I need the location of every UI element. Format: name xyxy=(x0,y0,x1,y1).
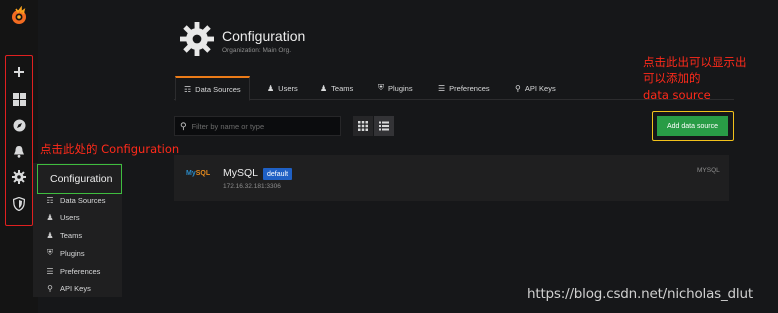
sliders-icon: ☰ xyxy=(438,83,446,93)
list-view-button[interactable] xyxy=(374,116,394,136)
tab-teams[interactable]: ♟ Teams xyxy=(320,76,353,100)
add-data-source-button[interactable]: Add data source xyxy=(657,116,728,136)
search-icon: ⚲ xyxy=(180,120,187,131)
user-icon: ♟ xyxy=(267,83,275,93)
submenu-item-api-keys[interactable]: ⚲ API Keys xyxy=(45,281,91,295)
list-icon xyxy=(379,121,389,131)
grid-view-button[interactable] xyxy=(353,116,373,136)
page-title: Configuration xyxy=(222,28,306,44)
datasource-name[interactable]: MySQL xyxy=(223,167,258,179)
submenu-item-users[interactable]: ♟ Users xyxy=(45,210,79,224)
search-input[interactable]: ⚲ Filter by name or type xyxy=(174,116,341,136)
submenu-item-teams[interactable]: ♟ Teams xyxy=(45,228,82,242)
datasource-url: 172.16.32.181:3306 xyxy=(223,183,281,190)
grid-icon xyxy=(358,121,368,131)
page-subtitle: Organization: Main Org. xyxy=(222,47,292,54)
tab-data-sources[interactable]: ☶ Data Sources xyxy=(175,76,250,101)
key-icon: ⚲ xyxy=(515,83,521,93)
datasource-type: MYSQL xyxy=(697,167,720,174)
submenu-header[interactable]: Configuration xyxy=(37,164,122,194)
users-icon: ♟ xyxy=(46,230,54,240)
plug-icon: ⛨ xyxy=(378,83,384,92)
submenu-item-plugins[interactable]: ⛨ Plugins xyxy=(45,246,85,260)
grafana-logo-icon[interactable] xyxy=(9,6,29,26)
submenu-item-preferences[interactable]: ☰ Preferences xyxy=(45,264,100,278)
tab-bar: ☶ Data Sources ♟ Users ♟ Teams ⛨ Plugins ☰ Pr… xyxy=(174,76,734,101)
submenu-item-data-sources[interactable]: ☶ Data Sources xyxy=(45,193,105,207)
user-icon: ♟ xyxy=(46,212,54,222)
watermark: https://blog.csdn.net/nicholas_dlut xyxy=(527,286,753,302)
default-badge: default xyxy=(263,168,293,180)
database-icon: ☶ xyxy=(184,84,192,94)
tab-preferences[interactable]: ☰ Preferences xyxy=(438,76,490,100)
key-icon: ⚲ xyxy=(47,283,53,293)
sliders-icon: ☰ xyxy=(46,266,54,276)
plug-icon: ⛨ xyxy=(47,248,53,257)
tab-api-keys[interactable]: ⚲ API Keys xyxy=(515,76,556,100)
tab-users[interactable]: ♟ Users xyxy=(267,76,298,100)
sidebar-highlight-box xyxy=(5,55,33,226)
users-icon: ♟ xyxy=(320,83,328,93)
annotation-right-line1: 点击此出可以显示出 xyxy=(643,55,747,69)
database-icon: ☶ xyxy=(46,195,54,205)
configuration-gear-icon xyxy=(180,22,214,56)
annotation-left: 点击此处的 Configuration xyxy=(40,142,180,156)
tab-plugins[interactable]: ⛨ Plugins xyxy=(378,76,413,100)
mysql-logo: MySQL xyxy=(186,170,211,177)
